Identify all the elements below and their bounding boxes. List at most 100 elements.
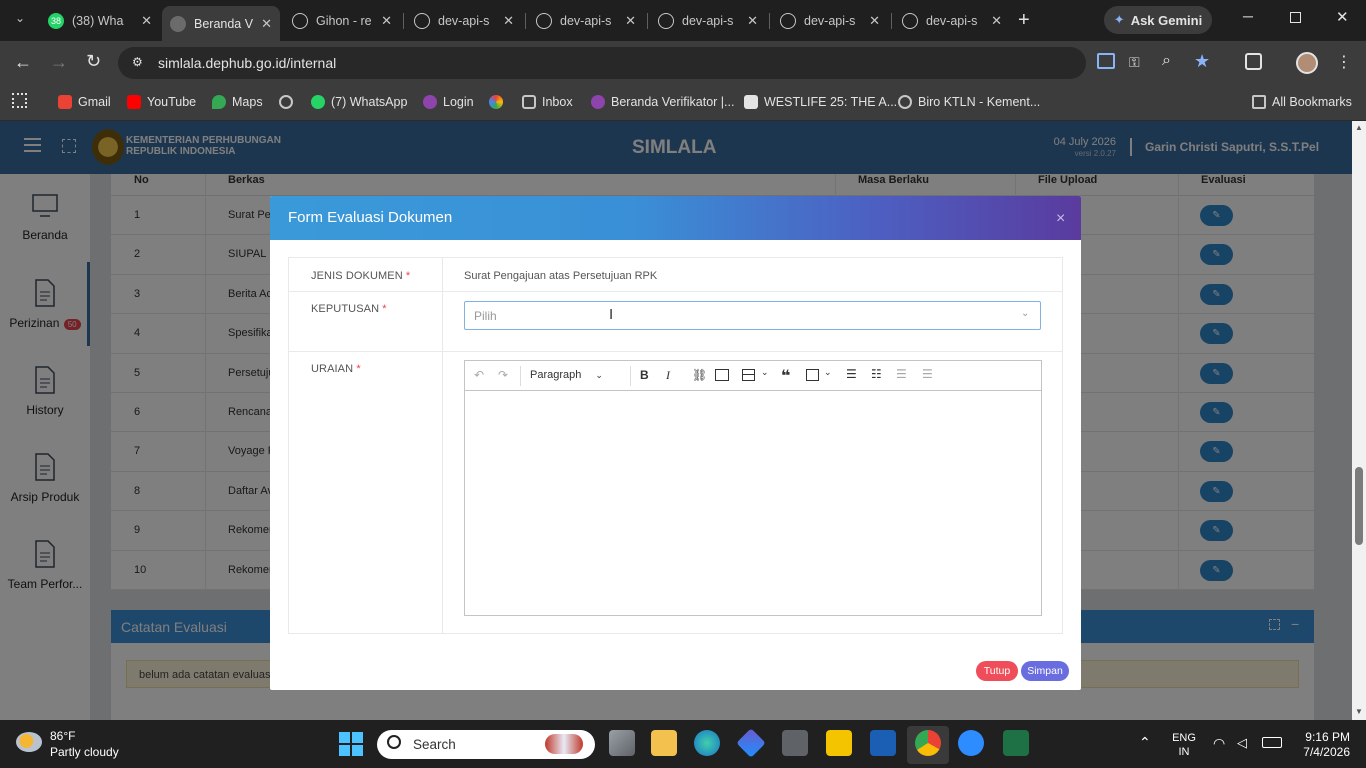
bookmark-youtube[interactable]: YouTube — [127, 92, 196, 112]
wifi-icon[interactable]: ◠ — [1213, 735, 1225, 752]
bold-icon[interactable]: B — [640, 368, 649, 382]
windows-start-icon[interactable] — [339, 732, 363, 756]
redo-icon[interactable]: ↷ — [498, 368, 508, 382]
taskbar-search[interactable]: Search — [377, 730, 595, 759]
bookmark-gmail[interactable]: Gmail — [58, 92, 111, 112]
blockquote-icon[interactable]: ❝ — [781, 366, 790, 386]
show-hidden-icons[interactable]: ⌃ — [1139, 734, 1151, 751]
scroll-down-arrow[interactable]: ▼ — [1355, 707, 1363, 716]
table-icon[interactable] — [742, 369, 755, 381]
menu-icon[interactable]: ⋮ — [1336, 52, 1352, 72]
close-tab-icon[interactable]: ✕ — [141, 13, 152, 29]
clock-date: 7/4/2026 — [1303, 745, 1350, 759]
globe-icon — [898, 95, 912, 109]
ask-gemini-button[interactable]: ✦ Ask Gemini — [1104, 6, 1212, 34]
chevron-down-icon[interactable]: ⌄ — [824, 367, 832, 378]
close-tab-icon[interactable]: ✕ — [869, 13, 880, 29]
bookmark-maps[interactable]: Maps — [212, 92, 263, 112]
volume-icon[interactable]: ◁ — [1237, 735, 1247, 751]
tab-dev-api-2[interactable]: dev-api-s ✕ — [528, 6, 644, 36]
bookmark-pinwheel[interactable] — [489, 92, 509, 112]
gmail-icon — [58, 95, 72, 109]
password-key-icon[interactable]: ⚿ — [1129, 54, 1140, 71]
site-info-icon[interactable]: ⚙ — [132, 55, 143, 69]
bookmark-biro-ktln[interactable]: Biro KTLN - Kement... — [898, 92, 1040, 112]
chevron-down-icon[interactable]: ⌄ — [761, 367, 769, 378]
bulleted-list-icon[interactable]: ☰ — [846, 367, 857, 381]
uraian-editor-area[interactable] — [465, 392, 1041, 615]
globe-icon — [279, 95, 293, 109]
tab-gihon[interactable]: Gihon - re ✕ — [284, 6, 400, 36]
bookmark-star-icon[interactable]: ★ — [1194, 51, 1210, 72]
indent-icon[interactable]: ☰ — [922, 367, 933, 381]
zoom-icon[interactable]: ⌕ — [1162, 52, 1171, 70]
reload-icon[interactable]: ↻ — [86, 51, 101, 72]
simpan-button[interactable]: Simpan — [1021, 661, 1069, 681]
keputusan-row: KEPUTUSAN * Pilih ⌄ Ι — [288, 291, 1063, 352]
modal-close-icon[interactable]: × — [1056, 210, 1065, 228]
paragraph-dropdown[interactable]: Paragraph ⌄ — [530, 369, 603, 381]
new-tab-icon[interactable]: + — [1018, 9, 1030, 32]
close-tab-icon[interactable]: ✕ — [991, 13, 1002, 29]
address-bar[interactable]: ⚙ simlala.dephub.go.id/internal — [118, 47, 1086, 79]
close-tab-icon[interactable]: ✕ — [503, 13, 514, 29]
clock[interactable]: 9:16 PM 7/4/2026 — [1290, 730, 1350, 760]
tab-dev-api-3[interactable]: dev-api-s ✕ — [650, 6, 766, 36]
italic-icon[interactable]: I — [666, 368, 670, 383]
tutup-button[interactable]: Tutup — [976, 661, 1018, 681]
weather-widget[interactable]: 86°F Partly cloudy — [14, 728, 154, 764]
jenis-dokumen-label: JENIS DOKUMEN * — [311, 270, 411, 282]
bookmark-whatsapp[interactable]: (7) WhatsApp — [311, 92, 407, 112]
bookmark-beranda-verifikator[interactable]: Beranda Verifikator |... — [591, 92, 734, 112]
link-icon[interactable]: ⛓ — [692, 368, 707, 382]
scroll-up-arrow[interactable]: ▲ — [1355, 123, 1363, 132]
close-tab-icon[interactable]: ✕ — [261, 16, 272, 32]
media-embed-icon[interactable] — [806, 369, 819, 381]
edge-icon[interactable] — [694, 730, 720, 756]
tab-dev-api-1[interactable]: dev-api-s ✕ — [406, 6, 522, 36]
undo-icon[interactable]: ↶ — [474, 368, 484, 382]
bookmark-login[interactable]: Login — [423, 92, 474, 112]
close-tab-icon[interactable]: ✕ — [625, 13, 636, 29]
close-window-icon[interactable]: ✕ — [1336, 8, 1349, 26]
excel-icon[interactable] — [1003, 730, 1029, 756]
remote-desktop-icon[interactable] — [870, 730, 896, 756]
apps-grid-icon[interactable] — [12, 93, 27, 108]
tab-title: (38) Wha — [72, 14, 124, 28]
install-app-icon[interactable] — [1097, 53, 1115, 69]
battery-icon[interactable] — [1262, 737, 1282, 748]
zoom-app-icon[interactable] — [958, 730, 984, 756]
tab-beranda[interactable]: Beranda V ✕ — [162, 6, 280, 41]
extensions-icon[interactable] — [1245, 53, 1262, 70]
back-icon[interactable]: ← — [14, 52, 32, 73]
numbered-list-icon[interactable]: ☷ — [871, 367, 882, 381]
page-scrollbar[interactable]: ▲ ▼ — [1352, 121, 1366, 720]
outdent-icon[interactable]: ☰ — [896, 367, 907, 381]
chrome-icon[interactable] — [915, 730, 941, 756]
task-view-icon[interactable] — [609, 730, 635, 756]
maximize-icon[interactable] — [1290, 12, 1301, 23]
tab-whatsapp[interactable]: 38 (38) Wha ✕ — [40, 6, 160, 36]
camera-icon[interactable] — [782, 730, 808, 756]
all-bookmarks[interactable]: All Bookmarks — [1252, 92, 1352, 112]
close-tab-icon[interactable]: ✕ — [747, 13, 758, 29]
forward-icon[interactable]: → — [50, 52, 68, 73]
tab-dev-api-4[interactable]: dev-api-s ✕ — [772, 6, 888, 36]
keputusan-select[interactable]: Pilih ⌄ Ι — [464, 301, 1041, 330]
sticky-notes-icon[interactable] — [826, 730, 852, 756]
file-explorer-icon[interactable] — [651, 730, 677, 756]
profile-avatar[interactable] — [1296, 52, 1318, 74]
minimize-icon[interactable]: ─ — [1243, 8, 1253, 24]
tab-dev-api-5[interactable]: dev-api-s ✕ — [894, 6, 1010, 36]
bookmark-globe[interactable] — [279, 92, 299, 112]
close-tab-icon[interactable]: ✕ — [381, 13, 392, 29]
bookmark-westlife[interactable]: WESTLIFE 25: THE A... — [744, 92, 897, 112]
tab-separator — [525, 13, 526, 29]
modal-title: Form Evaluasi Dokumen — [288, 209, 453, 226]
bookmark-inbox[interactable]: Inbox — [522, 92, 573, 112]
tab-title: dev-api-s — [926, 14, 978, 28]
language-indicator[interactable]: ENG IN — [1170, 731, 1198, 759]
tab-search-button[interactable]: ⌄ — [10, 11, 30, 31]
scrollbar-thumb[interactable] — [1355, 467, 1363, 545]
insert-image-icon[interactable] — [715, 369, 729, 381]
